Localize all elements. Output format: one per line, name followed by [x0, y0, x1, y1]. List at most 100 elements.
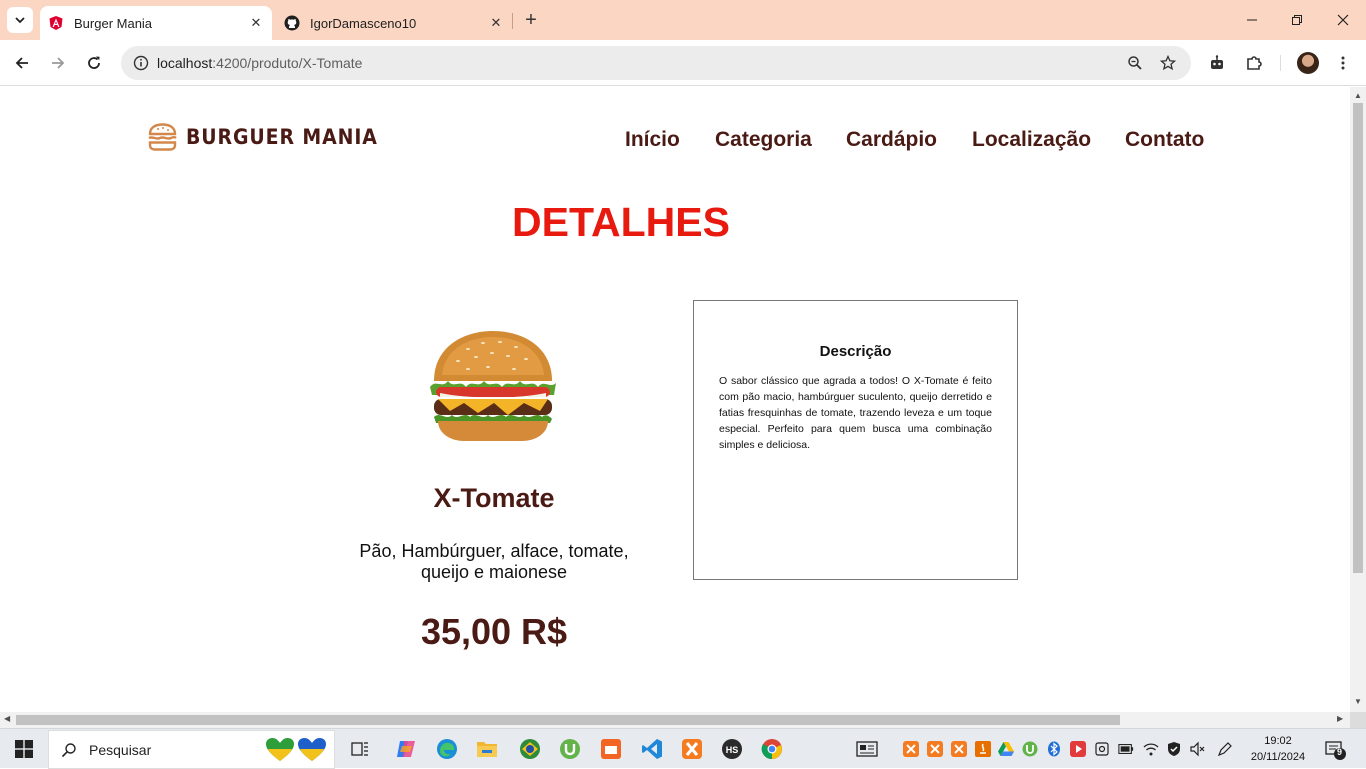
- product-name: X-Tomate: [433, 483, 555, 513]
- xampp-tray-icon-3[interactable]: [951, 741, 967, 757]
- address-bar[interactable]: localhost:4200/produto/X-Tomate: [121, 46, 1191, 80]
- description-card: Descrição O sabor clássico que agrada a …: [693, 300, 1018, 580]
- tab-github[interactable]: IgorDamasceno10 ✕: [276, 6, 512, 40]
- hearts-widget-icon[interactable]: [265, 737, 327, 763]
- back-button[interactable]: [10, 51, 34, 75]
- description-title: Descrição: [819, 343, 892, 360]
- copilot-icon: [397, 741, 415, 757]
- brand-name: BURGUER MANIA: [186, 125, 378, 149]
- scroll-left-icon[interactable]: ◀: [4, 714, 10, 723]
- file-explorer-button[interactable]: [475, 737, 499, 761]
- tab-search-button[interactable]: [7, 7, 33, 33]
- utorrent-tray-icon[interactable]: [1022, 741, 1038, 757]
- windows-logo-icon: [15, 740, 33, 758]
- tab-divider: [512, 13, 513, 29]
- close-tab-icon[interactable]: ✕: [246, 13, 266, 33]
- zoom-icon: [1128, 56, 1142, 70]
- reload-button[interactable]: [82, 51, 106, 75]
- java-tray-icon[interactable]: [975, 741, 991, 757]
- hs-icon: HS: [722, 739, 742, 759]
- site-info-icon[interactable]: [129, 51, 153, 75]
- nav-link-localizacao[interactable]: Localização: [972, 128, 1091, 152]
- tab-title: IgorDamasceno10: [310, 15, 417, 31]
- vscode-icon: [642, 739, 662, 759]
- new-tab-button[interactable]: +: [520, 9, 542, 31]
- scroll-down-icon[interactable]: ▼: [1354, 697, 1362, 706]
- page-title: DETALHES: [512, 199, 730, 245]
- zoom-button[interactable]: [1123, 51, 1147, 75]
- angular-icon: [48, 15, 64, 31]
- bookmark-button[interactable]: [1156, 51, 1180, 75]
- xampp-button[interactable]: [680, 737, 704, 761]
- chevron-down-icon: [15, 17, 25, 24]
- app-button-orange[interactable]: [599, 737, 623, 761]
- security-shield-icon[interactable]: [1166, 741, 1182, 757]
- pen-icon[interactable]: [1217, 741, 1233, 757]
- scroll-up-icon[interactable]: ▲: [1354, 91, 1362, 100]
- camera-tray-icon[interactable]: [1094, 741, 1110, 757]
- tab-title: Burger Mania: [74, 15, 153, 31]
- minimize-icon: [1247, 19, 1257, 21]
- clock-date: 20/11/2024: [1250, 751, 1306, 763]
- copilot-button[interactable]: [394, 737, 418, 761]
- page-viewport: BURGUER MANIA Início Categoria Cardápio …: [0, 87, 1350, 712]
- close-window-button[interactable]: [1328, 8, 1358, 32]
- minimize-button[interactable]: [1237, 8, 1267, 32]
- url-host: localhost: [157, 55, 213, 71]
- xampp-tray-icon-2[interactable]: [927, 741, 943, 757]
- start-button[interactable]: [12, 737, 36, 761]
- extension-robot-button[interactable]: [1205, 51, 1229, 75]
- profile-avatar[interactable]: [1297, 52, 1319, 74]
- battery-icon[interactable]: [1118, 741, 1134, 757]
- chrome-button[interactable]: [760, 737, 784, 761]
- system-clock[interactable]: 19:02 20/11/2024: [1240, 733, 1316, 765]
- app-button-brazil[interactable]: [518, 737, 542, 761]
- extensions-button[interactable]: [1242, 51, 1266, 75]
- task-view-button[interactable]: [348, 737, 372, 761]
- toolbar-divider: [1280, 55, 1281, 71]
- scroll-right-icon[interactable]: ▶: [1337, 714, 1343, 723]
- close-tab-icon[interactable]: ✕: [486, 13, 506, 33]
- star-icon: [1160, 55, 1176, 71]
- nav-link-categoria[interactable]: Categoria: [715, 128, 812, 152]
- tab-burger-mania[interactable]: Burger Mania ✕: [40, 6, 272, 40]
- restore-button[interactable]: [1282, 8, 1312, 32]
- record-tray-icon[interactable]: [1070, 741, 1086, 757]
- notification-center-button[interactable]: 9: [1324, 739, 1346, 761]
- notification-icon: [1325, 741, 1346, 760]
- product-price: 35,00 R$: [420, 611, 568, 652]
- utorrent-icon: [560, 739, 580, 759]
- vscode-button[interactable]: [640, 737, 664, 761]
- product-image: [430, 331, 556, 441]
- wifi-icon[interactable]: [1143, 741, 1159, 757]
- url-text[interactable]: localhost:4200/produto/X-Tomate: [157, 55, 362, 71]
- nav-link-contato[interactable]: Contato: [1125, 128, 1204, 152]
- description-text: O sabor clássico que agrada a todos! O X…: [719, 375, 992, 451]
- google-drive-tray-icon[interactable]: [998, 741, 1014, 757]
- utorrent-button[interactable]: [558, 737, 582, 761]
- notification-count: 9: [1337, 747, 1343, 757]
- nav-link-cardapio[interactable]: Cardápio: [846, 128, 937, 152]
- windows-taskbar: Pesquisar HS 19:02 20/11/2024 9: [0, 728, 1366, 769]
- xampp-tray-icon[interactable]: [903, 741, 919, 757]
- bluetooth-icon[interactable]: [1046, 741, 1062, 757]
- restore-icon: [1292, 15, 1302, 25]
- site-logo[interactable]: BURGUER MANIA: [147, 123, 399, 151]
- vertical-scrollbar[interactable]: ▲ ▼: [1350, 87, 1366, 712]
- taskbar-search[interactable]: Pesquisar: [48, 730, 335, 769]
- horizontal-scroll-thumb[interactable]: [16, 715, 1120, 725]
- burger-logo-icon: [148, 123, 177, 151]
- heidisql-button[interactable]: HS: [720, 737, 744, 761]
- vertical-scroll-thumb[interactable]: [1353, 103, 1363, 573]
- horizontal-scrollbar[interactable]: ◀ ▶: [0, 712, 1350, 728]
- news-widget-button[interactable]: [855, 737, 879, 761]
- volume-muted-icon[interactable]: [1190, 741, 1206, 757]
- reload-icon: [88, 56, 100, 69]
- folder-icon: [477, 742, 497, 757]
- edge-button[interactable]: [435, 737, 459, 761]
- github-icon: [284, 15, 300, 31]
- puzzle-icon: [1247, 56, 1262, 70]
- nav-link-inicio[interactable]: Início: [625, 128, 680, 152]
- browser-menu-button[interactable]: [1331, 51, 1355, 75]
- forward-button[interactable]: [46, 51, 70, 75]
